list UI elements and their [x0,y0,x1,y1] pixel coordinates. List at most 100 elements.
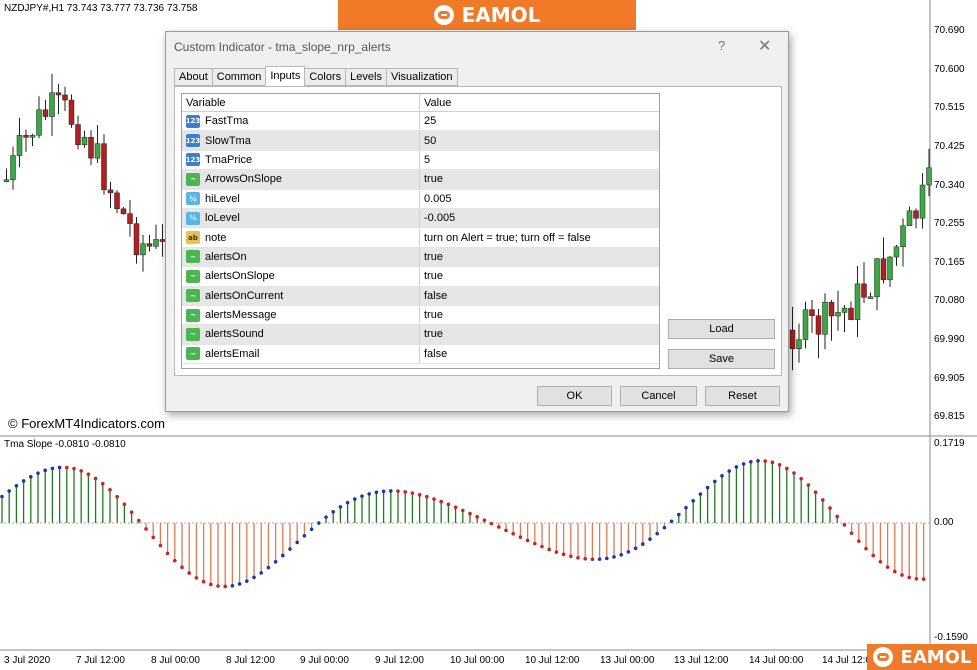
param-name-cell: ~ alertsSound [182,325,420,344]
brand-name: EAMOL [900,646,972,668]
slope-dot [720,474,724,478]
bool-type-icon: ~ [186,250,200,264]
candle-body [893,246,900,258]
slope-dot [101,481,105,486]
slope-dot [410,491,415,495]
candle-body [153,239,159,247]
slope-dot [533,541,537,546]
slope-dot [482,518,487,522]
candle-body [10,155,16,180]
param-name: alertsOn [205,250,247,263]
slope-dot [201,579,206,584]
param-value[interactable]: true [420,270,659,282]
table-row[interactable]: ½ hiLevel 0.005 [182,189,659,209]
param-value[interactable]: false [420,348,659,360]
symbol-info: NZDJPY#,H1 73.743 73.777 73.736 73.758 [4,3,198,14]
param-value[interactable]: true [420,328,659,340]
table-row[interactable]: ~ alertsSound true [182,325,659,345]
table-row[interactable]: ab note turn on Alert = true; turn off = f… [182,228,659,248]
slope-dot [115,494,119,499]
slope-dot [165,551,170,556]
param-value[interactable]: -0.005 [420,212,659,224]
candle-body [913,210,919,219]
table-row[interactable]: 123 FastTma 25 [182,112,659,132]
table-row[interactable]: ~ alertsOnCurrent false [182,286,659,306]
candle-body [874,258,880,297]
slope-dot [893,569,897,574]
tab-colors[interactable]: Colors [304,68,347,86]
slope-dot [705,485,710,490]
save-button[interactable]: Save [668,349,775,369]
tab-visualization[interactable]: Visualization [385,68,458,86]
param-value[interactable]: 25 [420,115,659,127]
slope-dot [597,557,602,561]
table-body: 123 FastTma 25 123 SlowTma 50 123 TmaPrice 5 ~ Arr… [182,112,659,365]
slope-dot [569,554,573,559]
param-name: alertsEmail [205,347,260,360]
brand-banner-bottom: EAMOL [867,644,977,670]
candle-body [29,135,36,138]
table-row[interactable]: ~ ArrowsOnSlope true [182,170,659,190]
cancel-button[interactable]: Cancel [620,386,697,406]
table-row[interactable]: ½ loLevel -0.005 [182,208,659,229]
slope-dot [684,505,688,510]
sub-level-label: 0.1719 [934,438,965,449]
candle-body [36,109,42,136]
tab-common[interactable]: Common [211,68,267,86]
candle-body [854,283,861,320]
candle-body [55,92,62,96]
param-value[interactable]: 5 [420,154,659,166]
param-value[interactable]: true [420,309,659,321]
slope-dot [842,523,847,527]
param-value[interactable]: true [420,173,659,185]
param-value[interactable]: false [420,290,659,302]
slope-dot [396,489,400,493]
slope-dot [626,550,631,554]
param-name: loLevel [205,212,240,225]
table-row[interactable]: ~ alertsOnSlope true [182,267,659,287]
slope-dot [381,489,386,494]
param-value[interactable]: turn on Alert = true; turn off = false [420,232,659,244]
price-label: 69.815 [934,411,965,422]
tab-levels[interactable]: Levels [345,68,387,86]
slope-dot [129,510,134,514]
candle-body [841,307,848,313]
slope-dot [302,533,307,538]
ok-button[interactable]: OK [537,386,612,406]
time-label: 8 Jul 00:00 [151,655,200,666]
table-row[interactable]: ~ alertsEmail false [182,344,659,365]
help-icon[interactable]: ? [718,38,725,53]
slope-dot [885,565,890,569]
slope-dot [281,553,285,558]
table-row[interactable]: ~ alertsOn true [182,247,659,268]
load-button[interactable]: Load [668,319,775,339]
slope-dot [353,497,357,501]
table-row[interactable]: 123 TmaPrice 5 [182,150,659,171]
reset-button[interactable]: Reset [705,386,780,406]
param-value[interactable]: true [420,251,659,263]
slope-dot [137,518,141,523]
price-label: 69.990 [934,334,965,345]
param-value[interactable]: 50 [420,135,659,147]
bool-type-icon: ~ [186,172,200,186]
tab-about[interactable]: About [174,68,213,86]
table-row[interactable]: ~ alertsMessage true [182,305,659,326]
param-name-cell: ½ loLevel [182,208,420,228]
slope-dot [785,466,789,471]
param-value[interactable]: 0.005 [420,193,659,205]
slope-dot [921,577,926,581]
param-name-cell: 123 TmaPrice [182,150,420,170]
tab-inputs[interactable]: Inputs [265,66,306,86]
param-name-cell: ~ alertsOn [182,247,420,267]
price-label: 70.340 [934,180,965,191]
slope-dot [93,476,98,481]
slope-dot [749,460,753,464]
slope-dot [57,465,62,470]
table-row[interactable]: 123 SlowTma 50 [182,131,659,151]
time-label: 14 Jul 00:00 [749,655,804,666]
slope-dot [691,499,695,503]
param-name: ArrowsOnSlope [205,173,283,186]
close-icon[interactable]: ✕ [758,36,771,56]
slope-dot [504,528,508,533]
candle-body [140,243,146,256]
